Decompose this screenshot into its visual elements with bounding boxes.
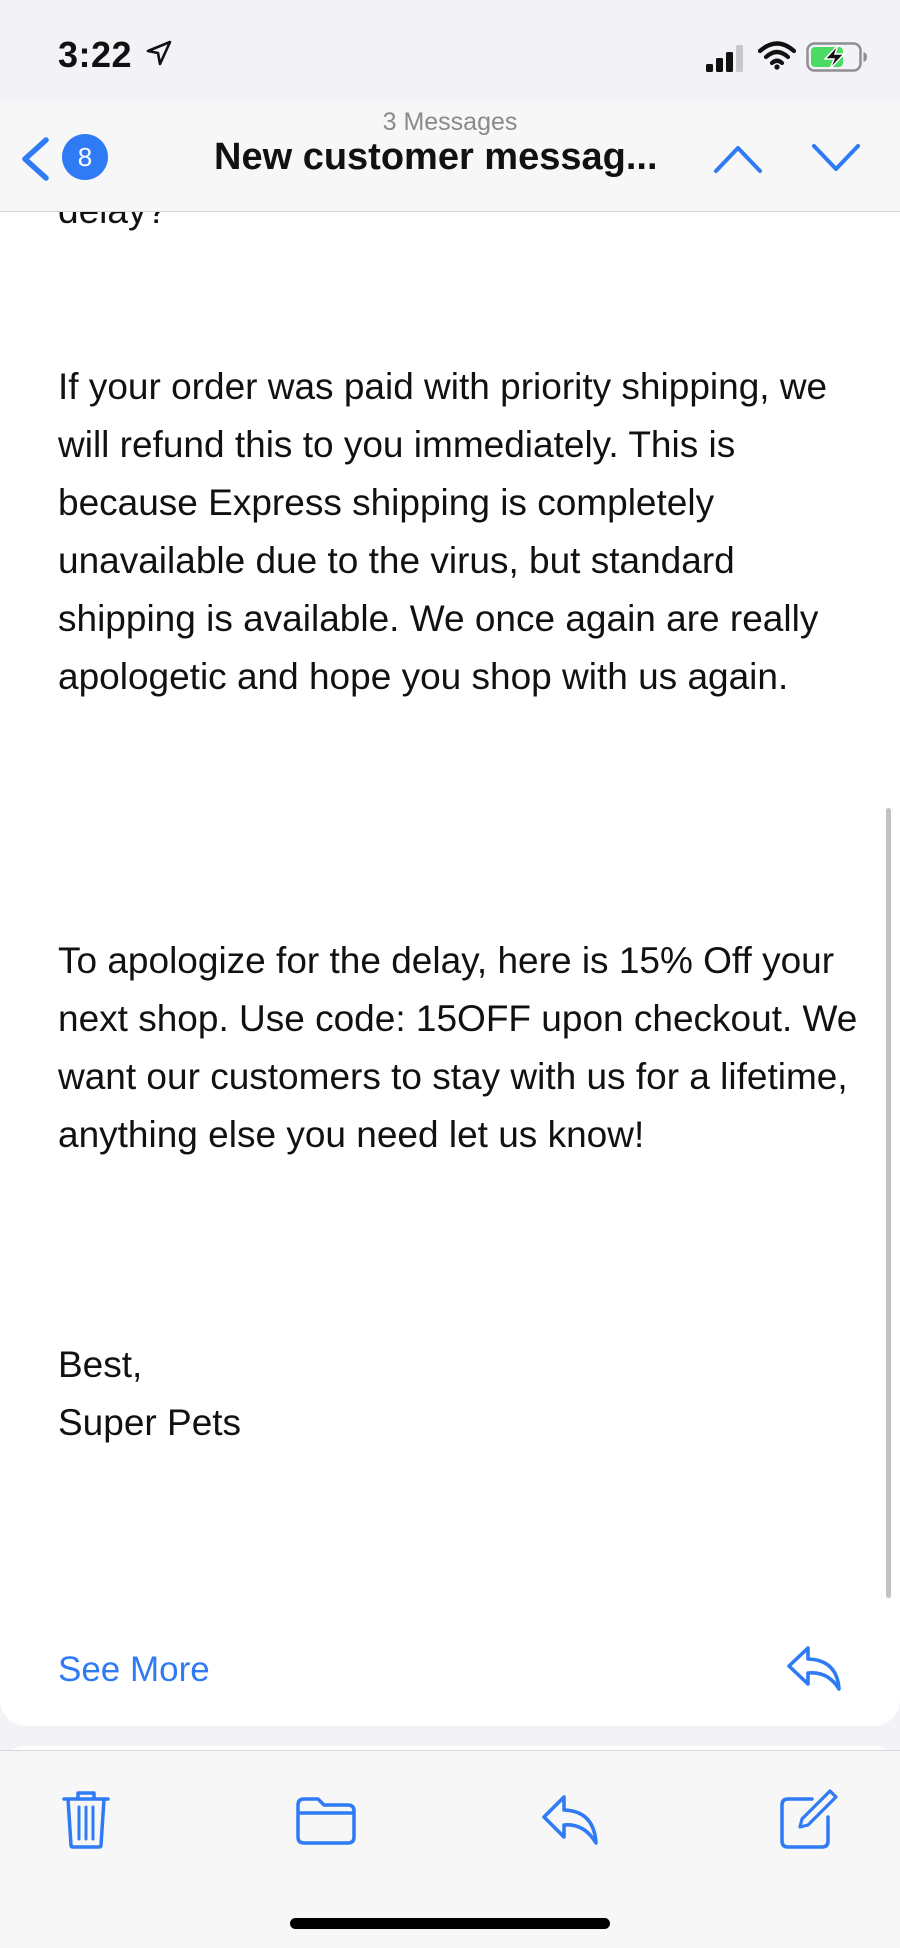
- message-sender: Super Pets: [58, 1402, 242, 1443]
- thread-count: 3 Messages: [382, 108, 518, 136]
- status-time: 3:22: [58, 34, 133, 75]
- unread-count-badge: 8: [62, 134, 108, 180]
- wifi-icon: [758, 41, 796, 70]
- message-sign-off: Best,: [58, 1344, 143, 1385]
- cellular-signal-icon: [706, 45, 743, 72]
- chevron-up-icon[interactable]: [712, 140, 764, 176]
- location-arrow-icon: [146, 40, 172, 66]
- message-paragraph: If your order was paid with priority shi…: [58, 366, 828, 697]
- home-indicator[interactable]: [290, 1918, 610, 1929]
- chevron-down-icon[interactable]: [810, 140, 862, 176]
- reply-icon[interactable]: [538, 1787, 602, 1851]
- scrollbar[interactable]: [886, 808, 891, 1598]
- back-chevron-icon: [22, 137, 49, 181]
- message-card: delay? If your order was paid with prior…: [0, 212, 900, 1726]
- mail-screen: 3:22 3 Messages 8 New customer messag...…: [0, 0, 900, 1948]
- thread-title: New customer messag...: [214, 136, 658, 178]
- clipped-text-line: delay?: [58, 212, 167, 240]
- battery-charging-icon: [806, 42, 867, 72]
- trash-icon[interactable]: [54, 1787, 118, 1851]
- see-more-link[interactable]: See More: [58, 1650, 210, 1690]
- status-bar: 3:22: [0, 0, 900, 110]
- nav-bar: 3 Messages 8 New customer messag...: [0, 100, 900, 212]
- back-button[interactable]: 8: [18, 130, 118, 186]
- message-paragraph: To apologize for the delay, here is 15% …: [58, 940, 858, 1155]
- folder-icon[interactable]: [294, 1787, 358, 1851]
- compose-icon[interactable]: [776, 1787, 840, 1851]
- reply-icon[interactable]: [784, 1642, 844, 1694]
